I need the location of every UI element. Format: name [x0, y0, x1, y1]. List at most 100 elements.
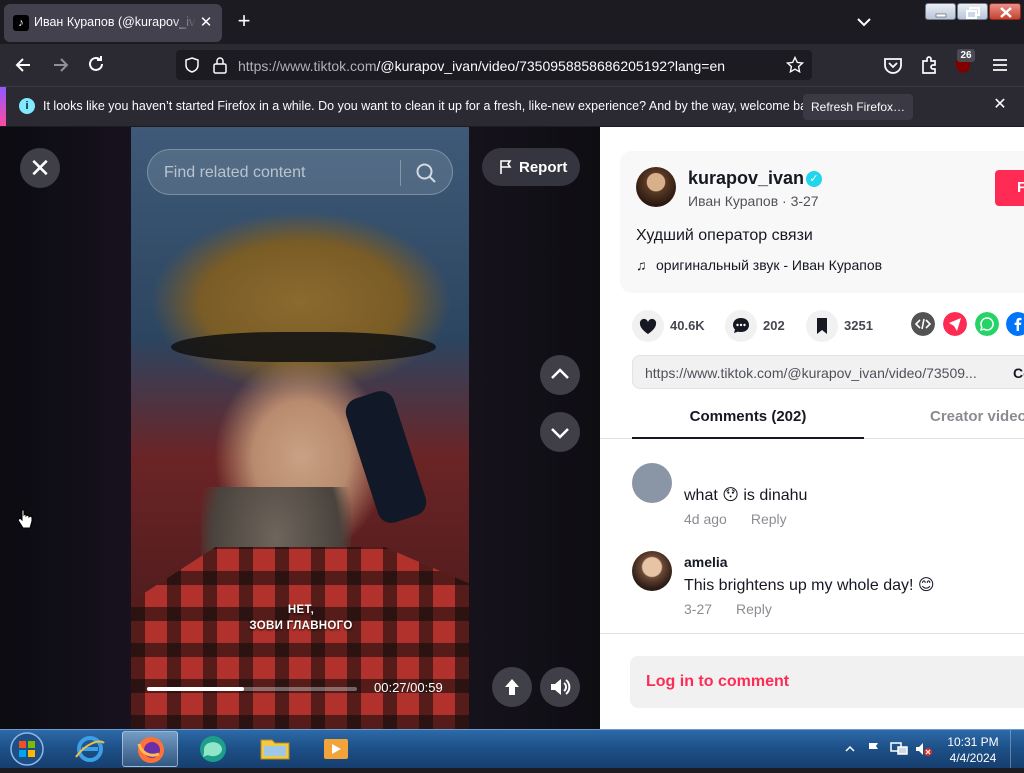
url-path: /@kurapov_ivan/video/7350958858686205192… — [376, 58, 726, 74]
facebook-icon[interactable] — [1006, 312, 1024, 336]
lock-icon[interactable] — [212, 56, 228, 74]
comment-login-bar: Log in to comment — [600, 633, 1024, 729]
back-arrow-icon[interactable] — [11, 52, 37, 78]
browser-tab-bar: ♪ Иван Курапов (@kurapov_ivan ✕ + — [0, 0, 1024, 44]
url-host: https://www.tiktok.com — [238, 58, 377, 74]
copy-link-button[interactable]: Copy link — [1013, 365, 1024, 381]
tiktok-favicon-icon: ♪ — [13, 15, 29, 31]
search-placeholder: Find related content — [164, 164, 306, 181]
taskbar-media-player[interactable] — [308, 731, 364, 767]
video-caption: Худший оператор связи — [636, 227, 813, 244]
window-close-button[interactable] — [989, 3, 1021, 20]
taskbar-file-explorer[interactable] — [247, 731, 303, 767]
search-related-input[interactable]: Find related content — [147, 149, 453, 195]
video-progress-bar[interactable] — [147, 687, 357, 691]
close-video-button[interactable]: ✕ — [20, 148, 60, 188]
author-nickname-date: Иван Курапов · 3-27 — [688, 193, 819, 209]
window-minimize-button[interactable] — [925, 3, 956, 20]
commenter-username[interactable]: amelia — [684, 554, 728, 570]
video-frame[interactable]: НЕТ, ЗОВИ ГЛАВНОГО — [131, 127, 469, 729]
info-icon: i — [19, 98, 35, 114]
reply-button[interactable]: Reply — [736, 601, 772, 617]
folder-icon — [260, 739, 290, 760]
flag-icon — [500, 160, 512, 174]
notification-text: It looks like you haven’t started Firefo… — [43, 99, 824, 113]
forward-arrow-icon[interactable] — [47, 52, 73, 78]
reload-icon[interactable] — [83, 52, 109, 78]
report-button[interactable]: Report — [482, 148, 580, 186]
embed-code-icon[interactable] — [911, 312, 935, 336]
video-time: 00:27/00:59 — [374, 680, 443, 695]
url-bar[interactable]: https://www.tiktok.com/@kurapov_ivan/vid… — [176, 50, 812, 80]
taskbar-firefox[interactable] — [122, 731, 178, 767]
arrow-up-icon — [505, 679, 519, 695]
floating-player-button[interactable] — [492, 667, 532, 707]
video-plaid-shirt — [131, 547, 469, 729]
network-icon[interactable] — [890, 741, 908, 757]
action-center-flag-icon[interactable] — [866, 741, 882, 757]
search-divider — [400, 160, 401, 186]
video-link-box[interactable]: https://www.tiktok.com/@kurapov_ivan/vid… — [632, 355, 1024, 389]
previous-video-button[interactable] — [540, 355, 580, 395]
taskbar-internet-explorer[interactable] — [62, 731, 118, 767]
report-label: Report — [519, 159, 568, 176]
pocket-icon[interactable] — [880, 52, 906, 78]
video-hat-band — [171, 332, 436, 362]
shield-icon[interactable] — [183, 56, 201, 74]
extensions-puzzle-icon[interactable] — [916, 52, 942, 78]
refresh-firefox-button[interactable]: Refresh Firefox… — [803, 94, 913, 120]
tab-title: Иван Курапов (@kurapov_ivan — [34, 15, 196, 29]
comment-date: 4d ago — [684, 511, 727, 527]
author-avatar[interactable] — [636, 167, 676, 207]
hamburger-menu-icon[interactable] — [987, 52, 1013, 78]
notification-close-icon[interactable]: ✕ — [990, 95, 1010, 115]
description-card: kurapov_ivan ✓ Иван Курапов · 3-27 F Худ… — [620, 151, 1024, 293]
send-to-friends-icon[interactable] — [943, 312, 967, 336]
tab-creator-videos[interactable]: Creator videos — [930, 395, 1024, 439]
video-subtitles: НЕТ, ЗОВИ ГЛАВНОГО — [231, 602, 371, 634]
comment-text: what 😯 is dinahu — [684, 487, 808, 504]
windows-start-orb-icon[interactable] — [4, 730, 50, 768]
show-desktop-button[interactable] — [1010, 730, 1024, 768]
window-restore-button[interactable] — [957, 3, 988, 20]
video-phone — [342, 387, 430, 527]
firefox-icon — [137, 737, 164, 763]
browser-tab[interactable]: ♪ Иван Курапов (@kurapov_ivan ✕ — [4, 4, 222, 42]
like-button[interactable] — [632, 310, 664, 342]
video-progress-fill — [147, 687, 244, 691]
new-tab-button[interactable]: + — [232, 10, 256, 34]
bookmark-icon — [817, 318, 827, 334]
whatsapp-icon[interactable] — [975, 312, 999, 336]
login-to-comment-link[interactable]: Log in to comment — [646, 673, 789, 691]
bookmark-star-icon[interactable] — [786, 56, 804, 74]
comment-meta: 3-27 Reply — [684, 601, 772, 617]
url-text[interactable]: https://www.tiktok.com/@kurapov_ivan/vid… — [238, 58, 725, 74]
next-video-button[interactable] — [540, 412, 580, 452]
video-link-text[interactable]: https://www.tiktok.com/@kurapov_ivan/vid… — [645, 365, 995, 381]
commenter-avatar[interactable] — [632, 463, 672, 503]
author-username[interactable]: kurapov_ivan — [688, 168, 804, 189]
tab-comments[interactable]: Comments (202) — [632, 395, 864, 439]
music-note-icon: ♫ — [636, 257, 647, 273]
music-link[interactable]: ♫ оригинальный звук - Иван Курапов — [636, 257, 882, 273]
video-info-panel: kurapov_ivan ✓ Иван Курапов · 3-27 F Худ… — [600, 127, 1024, 729]
commenter-avatar[interactable] — [632, 551, 672, 591]
video-player-area[interactable]: НЕТ, ЗОВИ ГЛАВНОГО ✕ Find related conten… — [0, 127, 600, 729]
tray-expand-chevron-icon[interactable] — [843, 742, 857, 756]
clock-date: 4/4/2024 — [949, 751, 997, 765]
save-button[interactable] — [806, 310, 838, 342]
system-clock[interactable]: 10:31 PM 4/4/2024 — [946, 734, 1000, 766]
subtitle-line-1: НЕТ, — [287, 604, 315, 616]
panel-tabs: Comments (202) Creator videos — [600, 395, 1024, 439]
login-to-comment-box[interactable]: Log in to comment — [630, 656, 1024, 708]
volume-muted-icon[interactable] — [915, 741, 933, 757]
volume-button[interactable] — [540, 667, 580, 707]
tab-list-chevron-icon[interactable] — [852, 10, 876, 34]
comment-button[interactable] — [725, 310, 757, 342]
reply-button[interactable]: Reply — [751, 511, 787, 527]
taskbar-chat-app[interactable] — [185, 731, 241, 767]
browser-nav-bar: https://www.tiktok.com/@kurapov_ivan/vid… — [0, 44, 1024, 86]
follow-button[interactable]: F — [995, 170, 1024, 206]
search-icon[interactable] — [415, 162, 437, 184]
tab-close-icon[interactable]: ✕ — [196, 13, 216, 33]
